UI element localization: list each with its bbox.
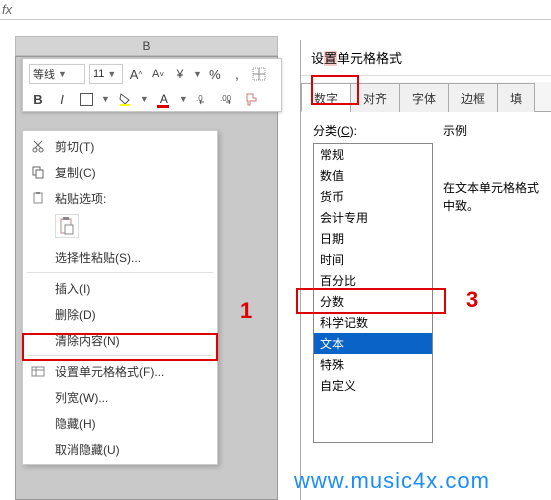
currency-button[interactable]: ¥ [171,65,189,83]
fx-label[interactable]: fx [2,2,12,17]
format-painter-button[interactable] [242,90,260,108]
format-cells-dialog: 设置单元格格式 数字 对齐 字体 边框 填 分类(C): 常规数值货币会计专用日… [300,40,551,500]
column-letter: B [142,39,150,53]
menu-copy[interactable]: 复制(C) [23,159,217,185]
context-menu: 剪切(T) 复制(C) 粘贴选项: 选择性粘贴(S)... 插入(I) 删除(D… [22,130,218,465]
column-header-b[interactable]: B [15,36,278,56]
menu-label: 取消隐藏(U) [55,441,209,458]
category-label: 分类(C): [313,122,433,139]
font-size-select[interactable]: 11▼ [89,64,123,84]
tab-font[interactable]: 字体 [399,83,449,112]
watermark: www.music4x.com [294,468,490,494]
menu-format-cells[interactable]: 设置单元格格式(F)... [23,358,217,384]
category-item[interactable]: 自定义 [314,375,432,396]
menu-label: 选择性粘贴(S)... [55,249,209,266]
sample-label: 示例 [443,122,539,139]
menu-clear-contents[interactable]: 清除内容(N) [23,327,217,353]
tab-alignment[interactable]: 对齐 [350,83,400,112]
category-item[interactable]: 会计专用 [314,207,432,228]
cut-icon [29,137,47,155]
percent-button[interactable]: % [206,65,224,83]
borders-button[interactable] [77,90,95,108]
tab-fill[interactable]: 填 [497,83,535,112]
chevron-down-icon[interactable]: ▼ [140,94,149,104]
fill-color-button[interactable] [116,90,134,108]
dialog-tabs: 数字 对齐 字体 边框 填 [301,82,551,112]
menu-label: 隐藏(H) [55,415,209,432]
category-item[interactable]: 日期 [314,228,432,249]
chevron-down-icon: ▼ [107,69,116,79]
category-item[interactable]: 数值 [314,165,432,186]
menu-label: 清除内容(N) [55,332,209,349]
menu-label: 列宽(W)... [55,389,209,406]
menu-delete[interactable]: 删除(D) [23,301,217,327]
menu-label: 插入(I) [55,280,209,297]
format-cells-icon [29,362,47,380]
chevron-down-icon[interactable]: ▼ [179,94,188,104]
increase-decimal-button[interactable]: .00 [218,90,236,108]
menu-paste-options-header: 粘贴选项: [23,185,217,211]
increase-font-button[interactable]: A^ [127,65,145,83]
dialog-title: 设置单元格格式 [301,40,551,76]
font-name-select[interactable]: 等线▼ [29,64,85,84]
menu-label: 粘贴选项: [55,190,209,207]
decrease-font-button[interactable]: A˅ [149,65,167,83]
sample-description: 在文本单元格格式中致。 [443,179,539,215]
menu-label: 删除(D) [55,306,209,323]
menu-cut[interactable]: 剪切(T) [23,133,217,159]
borders-icon[interactable] [250,65,268,83]
italic-button[interactable]: I [53,90,71,108]
tab-number[interactable]: 数字 [301,83,351,112]
menu-label: 剪切(T) [55,138,209,155]
menu-paste-special[interactable]: 选择性粘贴(S)... [23,244,217,270]
category-item[interactable]: 科学记数 [314,312,432,333]
menu-label: 设置单元格格式(F)... [55,363,209,380]
separator [27,355,213,356]
annotation-marker-1: 1 [240,298,252,324]
menu-hide[interactable]: 隐藏(H) [23,410,217,436]
comma-button[interactable]: , [228,65,246,83]
menu-unhide[interactable]: 取消隐藏(U) [23,436,217,462]
annotation-marker-3: 3 [466,287,478,313]
category-item[interactable]: 时间 [314,249,432,270]
decrease-decimal-button[interactable]: .0 [194,90,212,108]
chevron-down-icon[interactable]: ▼ [193,69,202,79]
menu-column-width[interactable]: 列宽(W)... [23,384,217,410]
menu-insert[interactable]: 插入(I) [23,275,217,301]
mini-toolbar: 等线▼ 11▼ A^ A˅ ¥ ▼ % , B I ▼ ▼ A ▼ .0 [22,58,282,112]
category-list[interactable]: 常规数值货币会计专用日期时间百分比分数科学记数文本特殊自定义 [313,143,433,443]
category-item[interactable]: 文本 [314,333,432,354]
separator [27,272,213,273]
font-color-button[interactable]: A [155,90,173,108]
category-item[interactable]: 百分比 [314,270,432,291]
category-item[interactable]: 货币 [314,186,432,207]
formula-bar: fx [0,0,551,20]
paste-button[interactable] [55,214,79,238]
copy-icon [29,163,47,181]
category-item[interactable]: 分数 [314,291,432,312]
chevron-down-icon[interactable]: ▼ [101,94,110,104]
chevron-down-icon: ▼ [58,69,67,79]
paste-icon [29,189,47,207]
menu-label: 复制(C) [55,164,209,181]
bold-button[interactable]: B [29,90,47,108]
category-item[interactable]: 特殊 [314,354,432,375]
category-item[interactable]: 常规 [314,144,432,165]
tab-border[interactable]: 边框 [448,83,498,112]
